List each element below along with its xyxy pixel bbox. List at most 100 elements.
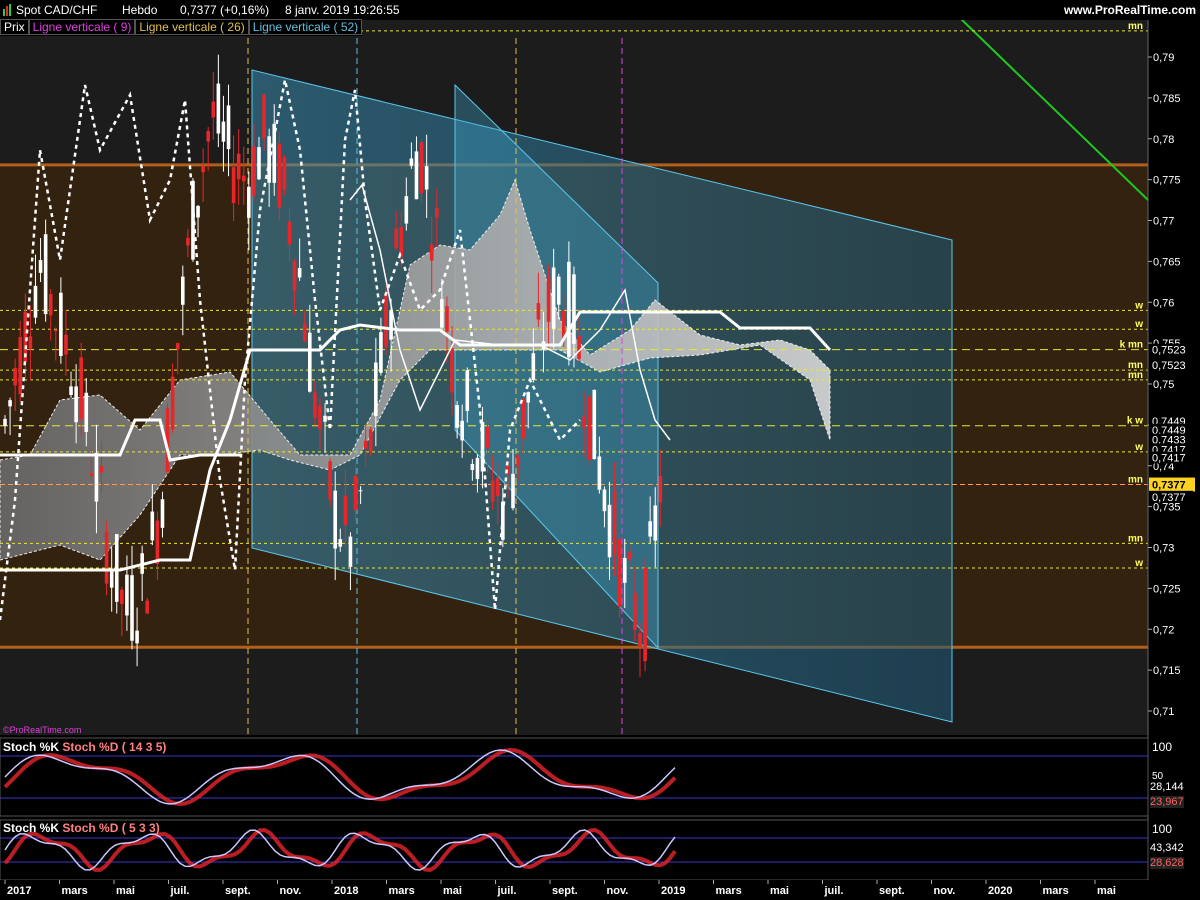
- candle-body-86: [440, 299, 444, 328]
- stoch2-legend: Stoch %K Stoch %D ( 5 3 3): [3, 821, 160, 835]
- candle-body-38: [196, 205, 200, 218]
- candle-body-42: [216, 83, 221, 134]
- level-tag-7: w: [1134, 442, 1143, 453]
- price-tick-label-1: 0,785: [1153, 93, 1181, 105]
- candle-body-15: [79, 357, 83, 420]
- candle-body-23: [120, 589, 124, 604]
- stoch2-value-k: 43,342: [1150, 842, 1184, 854]
- value-label-8: 0,7377: [1152, 492, 1186, 504]
- candle-body-88: [450, 348, 454, 393]
- candle-body-7: [38, 259, 43, 273]
- stoch2-d-label[interactable]: Stoch %D ( 5 3 3): [62, 821, 159, 835]
- candle-body-92: [470, 463, 475, 471]
- time-tick-label-4: sept.: [225, 885, 251, 897]
- level-tag-10: w: [1134, 558, 1143, 569]
- legend-lv9[interactable]: Ligne verticale ( 9): [28, 19, 136, 35]
- candle-body-0: [3, 418, 7, 426]
- price-tick-label-0: 0,79: [1153, 52, 1174, 64]
- candle-body-44: [226, 105, 231, 150]
- legend-prix[interactable]: Prix: [0, 19, 29, 35]
- stoch2-tick-100: 100: [1152, 822, 1173, 836]
- stoch2-value-d: 28,628: [1150, 857, 1184, 869]
- time-tick-label-1: mars: [62, 885, 88, 897]
- candle-body-29: [150, 511, 155, 541]
- candle-body-91: [465, 370, 470, 412]
- candle-body-1: [8, 400, 12, 407]
- candle-body-121: [617, 539, 622, 607]
- value-label-1: 0,7523: [1152, 360, 1186, 372]
- time-tick-label-16: sept.: [879, 885, 905, 897]
- candle-body-16: [84, 392, 89, 432]
- level-tag-6: k w: [1127, 416, 1143, 427]
- candle-body-36: [186, 237, 190, 246]
- stoch1-value-k: 28,144: [1150, 781, 1184, 793]
- candle-body-66: [338, 539, 343, 547]
- site-name: www.ProRealTime.com: [1063, 3, 1196, 17]
- candle-body-64: [328, 461, 332, 500]
- candle-body-74: [379, 332, 383, 373]
- candle-body-11: [59, 292, 63, 357]
- candle-body-118: [602, 489, 607, 512]
- candle-body-33: [170, 376, 175, 430]
- level-tag-0: mn: [1128, 21, 1143, 32]
- candle-body-59: [302, 323, 307, 342]
- candle-body-127: [648, 521, 652, 537]
- title-bar: Spot CAD/CHF Hebdo 0,7377 (+0,16%) 8 jan…: [0, 0, 1200, 20]
- candle-body-125: [638, 632, 642, 647]
- stoch1-k-label[interactable]: Stoch %K: [3, 740, 59, 754]
- candle-body-68: [348, 536, 353, 567]
- candle-body-69: [353, 475, 358, 511]
- current-price-value: 0,7377: [1152, 480, 1186, 492]
- candle-body-12: [64, 334, 68, 355]
- price-tick-label-12: 0,73: [1153, 543, 1174, 555]
- price-tick-label-3: 0,775: [1153, 175, 1181, 187]
- chart-canvas[interactable]: mnwwk mnmnmnk wwmnmnw0,790,7850,780,7750…: [0, 0, 1200, 900]
- candle-body-95: [485, 426, 490, 449]
- candle-body-28: [145, 600, 150, 614]
- level-tag-5: mn: [1128, 370, 1143, 381]
- level-tag-1: w: [1134, 300, 1143, 311]
- candle-body-8: [43, 234, 48, 315]
- candle-body-96: [490, 480, 495, 502]
- candle-body-83: [424, 166, 429, 190]
- candle-body-56: [287, 221, 292, 245]
- candle-body-109: [556, 276, 561, 305]
- candle-body-31: [160, 499, 165, 528]
- candle-body-126: [643, 567, 647, 662]
- indicator-legend: Prix Ligne verticale ( 9) Ligne verticale …: [0, 19, 363, 36]
- candle-body-112: [572, 274, 576, 344]
- candle-body-25: [130, 575, 134, 641]
- candle-body-47: [241, 175, 246, 182]
- stoch1-d-label[interactable]: Stoch %D ( 14 3 5): [62, 740, 166, 754]
- candle-body-71: [363, 440, 368, 449]
- candle-body-18: [94, 452, 99, 502]
- candle-body-24: [125, 574, 129, 616]
- level-tag-2: w: [1134, 319, 1143, 330]
- instrument-name: Spot CAD/CHF: [16, 3, 98, 17]
- legend-lv52[interactable]: Ligne verticale ( 52): [248, 19, 363, 35]
- candle-body-87: [445, 306, 449, 332]
- datetime: 8 janv. 2019 19:26:55: [285, 3, 400, 17]
- candle-body-113: [577, 335, 581, 360]
- value-label-0: 0,7523: [1152, 345, 1186, 357]
- price-tick-label-14: 0,72: [1153, 624, 1174, 636]
- candle-body-89: [455, 405, 459, 428]
- price-tick-label-15: 0,715: [1153, 665, 1181, 677]
- candle-body-22: [114, 534, 119, 602]
- candle-body-116: [592, 389, 597, 459]
- candle-body-39: [201, 166, 205, 173]
- time-tick-label-2: mai: [116, 885, 135, 897]
- time-tick-label-14: mai: [770, 885, 789, 897]
- candle-body-3: [18, 337, 23, 395]
- candle-body-93: [475, 457, 480, 480]
- stoch2-k-label[interactable]: Stoch %K: [3, 821, 59, 835]
- price-tick-label-8: 0,75: [1153, 379, 1174, 391]
- legend-lv26[interactable]: Ligne verticale ( 26): [135, 19, 249, 35]
- value-label-6: 0,7417: [1152, 453, 1186, 465]
- candle-body-46: [236, 153, 241, 180]
- stoch1-legend: Stoch %K Stoch %D ( 14 3 5): [3, 740, 166, 754]
- time-tick-label-11: nov.: [607, 885, 629, 897]
- candle-body-35: [181, 276, 185, 305]
- candle-body-13: [69, 386, 73, 395]
- candle-body-117: [597, 456, 602, 490]
